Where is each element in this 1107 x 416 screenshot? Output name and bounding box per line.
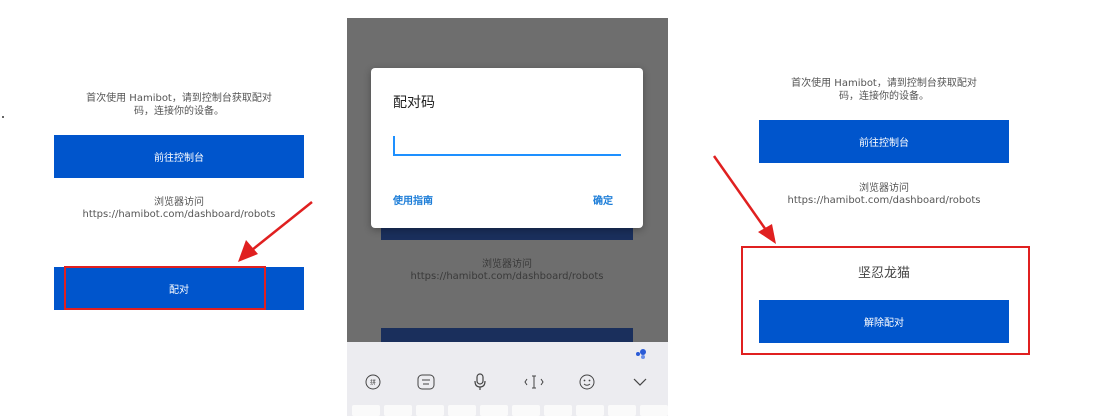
keyboard-key[interactable] (608, 405, 636, 416)
pairing-code-dialog: 配对码 使用指南 确定 (371, 68, 643, 228)
text-caret (393, 136, 395, 154)
svg-text:拼: 拼 (370, 379, 376, 387)
panel-unpaired: 首次使用 Hamibot，请到控制台获取配对 码，连接你的设备。 前往控制台 浏… (0, 0, 340, 416)
background-pair-button (381, 328, 633, 342)
keyboard-key[interactable] (640, 405, 668, 416)
smiley-icon[interactable] (579, 374, 595, 390)
keyboard-key[interactable] (480, 405, 508, 416)
keyboard-key[interactable] (448, 405, 476, 416)
keyboard-key[interactable] (416, 405, 444, 416)
pairing-code-input[interactable] (393, 132, 621, 156)
background-visit-hint: 浏览器访问 https://hamibot.com/dashboard/robo… (381, 259, 633, 283)
confirm-button[interactable]: 确定 (593, 192, 613, 207)
annotation-arrow (712, 155, 776, 244)
keyboard-key[interactable] (576, 405, 604, 416)
guide-button[interactable]: 使用指南 (393, 192, 433, 207)
keyboard-key-row (347, 405, 668, 416)
keyboard-key[interactable] (544, 405, 572, 416)
annotation-arrow (238, 201, 313, 262)
keyboard-key[interactable] (352, 405, 380, 416)
panel-pairing-dialog: 浏览器访问 https://hamibot.com/dashboard/robo… (347, 18, 668, 416)
emoji-keyboard-icon[interactable] (417, 374, 435, 390)
keyboard-key[interactable] (384, 405, 412, 416)
text-cursor-icon[interactable] (524, 374, 544, 390)
keyboard-mode-icon[interactable]: 拼 (365, 374, 381, 390)
microphone-icon[interactable] (473, 373, 487, 391)
soft-keyboard: 拼 (347, 342, 668, 416)
assistant-icon[interactable] (634, 348, 648, 360)
background-visit-url: https://hamibot.com/dashboard/robots (410, 271, 604, 282)
panel-paired: 首次使用 Hamibot，请到控制台获取配对 码，连接你的设备。 前往控制台 浏… (700, 0, 1107, 416)
background-visit-label: 浏览器访问 (482, 259, 532, 270)
keyboard-key[interactable] (512, 405, 540, 416)
dialog-title: 配对码 (393, 95, 435, 111)
chevron-down-icon[interactable] (633, 377, 647, 387)
